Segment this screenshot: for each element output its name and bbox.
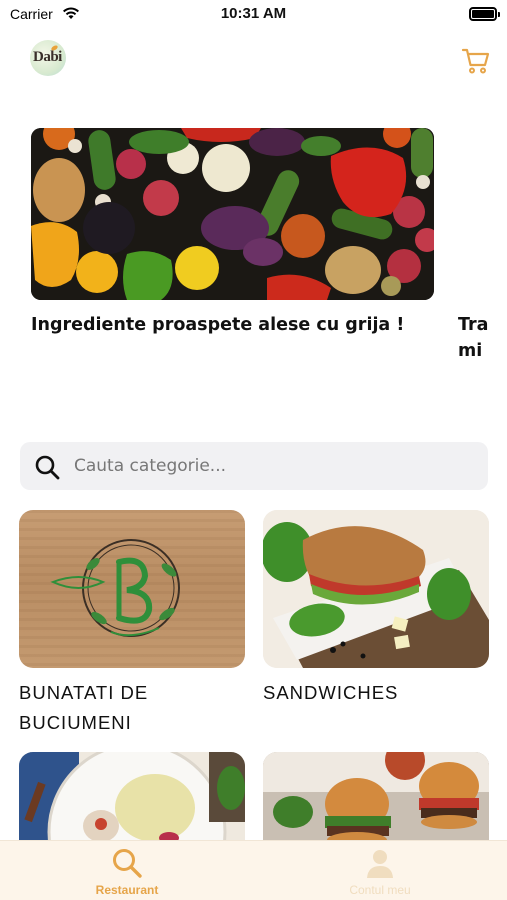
category-image — [263, 510, 489, 668]
category-image — [19, 510, 245, 668]
category-label: SANDWICHES — [263, 682, 399, 703]
logo-text: Dabi — [33, 49, 62, 65]
sandwich-illustration — [263, 510, 489, 668]
category-search[interactable] — [20, 442, 488, 490]
category-card[interactable]: BUNATATI DE BUCIUMENI — [19, 510, 245, 738]
tab-account[interactable]: Contul meu — [300, 841, 460, 900]
carousel-slide[interactable]: Ingrediente proaspete alese cu grija ! — [31, 128, 434, 338]
promo-carousel[interactable]: Ingrediente proaspete alese cu grija ! T… — [0, 128, 507, 378]
category-label: BUNATATI DE BUCIUMENI — [19, 682, 149, 733]
carousel-slide-title: Ingrediente proaspete alese cu grija ! — [31, 315, 405, 335]
tab-restaurant[interactable]: Restaurant — [47, 841, 207, 900]
bottom-tab-bar: Restaurant Contul meu — [0, 840, 507, 900]
vegetables-illustration — [31, 128, 434, 300]
tab-label: Contul meu — [349, 883, 411, 897]
vegetables-image — [31, 128, 434, 300]
status-bar: Carrier 10:31 AM — [0, 0, 507, 30]
buciumeni-logo-illustration — [50, 539, 180, 637]
tab-label: Restaurant — [95, 883, 159, 897]
carousel-slide[interactable]: Tra mi — [458, 128, 507, 364]
battery-icon — [469, 7, 500, 21]
cart-icon[interactable] — [461, 46, 491, 76]
app-logo[interactable]: Dabi — [30, 40, 66, 76]
user-icon — [367, 850, 393, 878]
search-input[interactable] — [74, 442, 474, 490]
search-icon — [35, 455, 60, 480]
search-icon — [113, 849, 142, 878]
status-time: 10:31 AM — [220, 5, 287, 22]
category-card[interactable]: SANDWICHES — [263, 510, 489, 708]
carousel-slide-title: Tra mi — [458, 315, 489, 361]
